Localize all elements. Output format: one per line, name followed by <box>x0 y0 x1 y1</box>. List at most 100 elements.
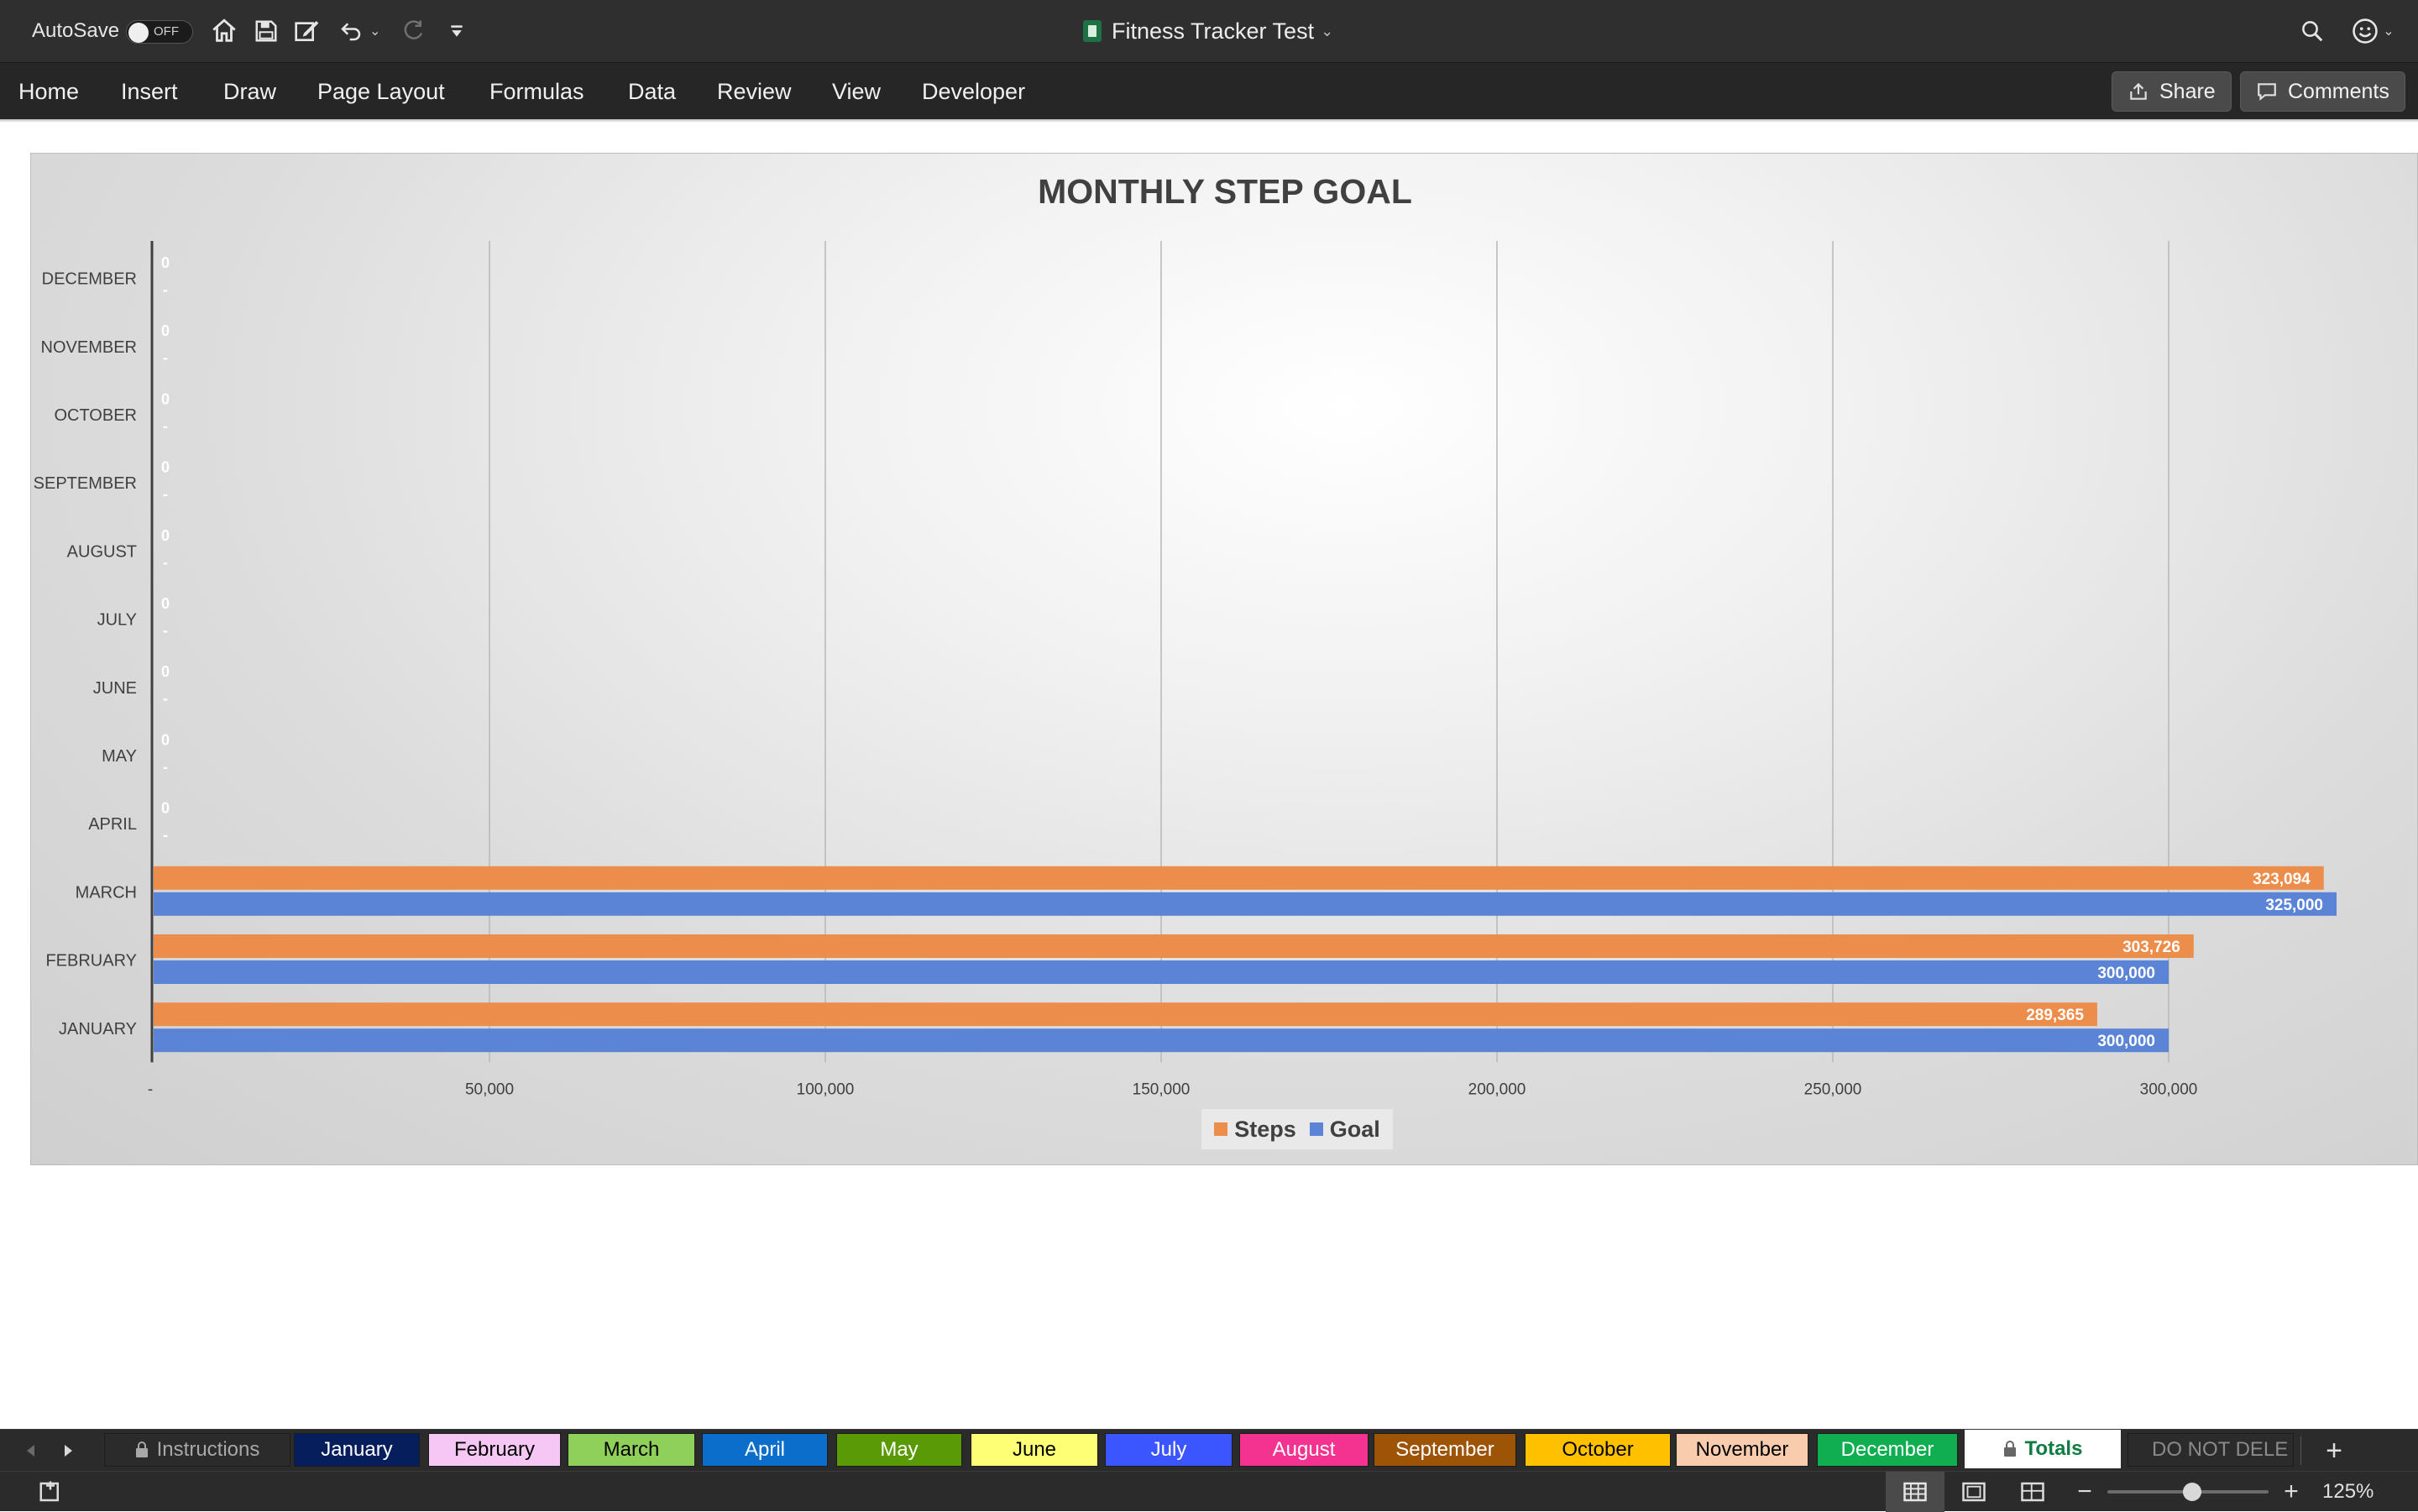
chart-plot[interactable]: - 50,000 100,000 150,000 200,000 250,000 300,0… <box>31 154 2418 1166</box>
autosave-state: OFF <box>154 24 179 39</box>
sheet-tab-label: July <box>1150 1438 1187 1461</box>
accessibility-icon[interactable] <box>32 1472 69 1512</box>
save-icon[interactable] <box>249 0 283 62</box>
category-label: MARCH <box>76 883 137 902</box>
tab-data[interactable]: Data <box>628 63 676 120</box>
share-button[interactable]: Share <box>2112 71 2232 112</box>
legend-label-steps: Steps <box>1234 1116 1296 1142</box>
page-break-view-icon[interactable] <box>2003 1472 2062 1512</box>
excel-file-icon <box>1083 20 1102 42</box>
category-label: JANUARY <box>59 1020 137 1039</box>
data-label-steps: 0 <box>161 527 170 544</box>
zoom-level[interactable]: 125% <box>2322 1472 2374 1512</box>
comments-button[interactable]: Comments <box>2240 71 2405 112</box>
title-bar: AutoSave OFF ⌄ Fitness Tracker Test ⌄ ⌄ <box>0 0 2418 62</box>
normal-view-icon[interactable] <box>1886 1472 1944 1512</box>
sheet-tab-instructions[interactable]: Instructions <box>104 1433 290 1467</box>
add-sheet-button[interactable]: + <box>2311 1430 2358 1472</box>
tab-insert[interactable]: Insert <box>121 63 178 120</box>
category-label: OCTOBER <box>54 406 137 425</box>
smiley-icon[interactable]: ⌄ <box>2347 0 2398 62</box>
sheet-tab-january[interactable]: January <box>294 1433 420 1467</box>
tab-view[interactable]: View <box>832 63 881 120</box>
sheet-tab-october[interactable]: October <box>1525 1433 1671 1467</box>
tab-draw[interactable]: Draw <box>223 63 276 120</box>
page-layout-view-icon[interactable] <box>1944 1472 2003 1512</box>
zoom-in-button[interactable]: + <box>2277 1472 2305 1512</box>
lock-icon <box>2003 1441 2017 1457</box>
sheet-tab-december[interactable]: December <box>1817 1433 1958 1467</box>
autosave-label: AutoSave <box>32 19 120 42</box>
search-icon[interactable] <box>2295 0 2329 62</box>
data-label-goal: - <box>163 554 168 571</box>
data-label-goal: 300,000 <box>2097 1033 2155 1050</box>
sheet-tab-march[interactable]: March <box>568 1433 695 1467</box>
x-tick-label: 300,000 <box>2140 1080 2198 1098</box>
category-label: SEPTEMBER <box>34 474 137 493</box>
sheet-tab-november[interactable]: November <box>1676 1433 1808 1467</box>
chevron-down-icon: ⌄ <box>1321 22 1334 39</box>
data-label-goal: 300,000 <box>2097 965 2155 982</box>
sheet-tab-july[interactable]: July <box>1105 1433 1233 1467</box>
zoom-slider-thumb[interactable] <box>2183 1483 2201 1501</box>
scroll-tabs-left-icon[interactable] <box>13 1430 47 1472</box>
sheet-tab-bar: Instructions January February March April May… <box>0 1429 2418 1471</box>
x-tick-label: - <box>148 1080 153 1098</box>
tab-home[interactable]: Home <box>18 63 79 120</box>
undo-dropdown-icon[interactable]: ⌄ <box>369 0 380 62</box>
data-label-steps: 0 <box>161 663 170 680</box>
data-label-steps: 0 <box>161 595 170 612</box>
autosave-toggle[interactable]: OFF <box>126 20 193 44</box>
sheet-tab-label: January <box>321 1438 393 1461</box>
bar-steps <box>154 866 2324 890</box>
sheet-tab-label: February <box>453 1438 536 1461</box>
data-label-steps: 323,094 <box>2253 871 2311 888</box>
category-label: NOVEMBER <box>41 338 137 357</box>
edit-icon[interactable] <box>290 0 324 62</box>
sheet-tab-label: May <box>880 1438 919 1461</box>
sheet-tab-may[interactable]: May <box>836 1433 962 1467</box>
data-label-steps: 0 <box>161 322 170 339</box>
sheet-tab-february[interactable]: February <box>428 1433 561 1467</box>
sheet-tab-totals[interactable]: Totals <box>1965 1430 2121 1468</box>
scroll-tabs-right-icon[interactable] <box>52 1430 86 1472</box>
sheet-tab-august[interactable]: August <box>1239 1433 1369 1467</box>
x-tick-label: 100,000 <box>797 1080 855 1098</box>
legend-label-goal: Goal <box>1329 1116 1380 1142</box>
sheet-tab-june[interactable]: June <box>971 1433 1098 1467</box>
redo-icon[interactable] <box>396 0 430 62</box>
sheet-tab-label: Totals <box>2024 1437 2083 1460</box>
sheet-tab-september[interactable]: September <box>1374 1433 1516 1467</box>
category-label: AUGUST <box>67 542 137 561</box>
zoom-out-button[interactable]: − <box>2070 1472 2099 1512</box>
chart-legend[interactable]: Steps Goal <box>1201 1109 1393 1149</box>
data-label-goal: - <box>163 622 168 639</box>
legend-item-goal: Goal <box>1309 1116 1380 1143</box>
data-label-goal: - <box>163 281 168 298</box>
undo-icon[interactable] <box>334 0 368 62</box>
sheet-tab-label: DO NOT DELE <box>2152 1438 2289 1461</box>
tab-page-layout[interactable]: Page Layout <box>317 63 445 120</box>
bar-goal <box>154 892 2337 916</box>
sheet-tab-label: August <box>1272 1438 1336 1461</box>
customize-icon[interactable] <box>440 0 474 62</box>
document-title[interactable]: Fitness Tracker Test ⌄ <box>1083 0 1333 62</box>
category-label: MAY <box>102 747 137 766</box>
comment-icon <box>2256 81 2278 102</box>
sheet-tab-label: Instructions <box>156 1438 260 1461</box>
sheet-tab-label: March <box>603 1438 660 1461</box>
tab-developer[interactable]: Developer <box>922 63 1025 120</box>
share-icon <box>2128 81 2149 102</box>
bar-steps <box>154 1002 2097 1027</box>
document-title-text: Fitness Tracker Test <box>1112 18 1315 44</box>
sheet-tab-do-not-dele[interactable]: DO NOT DELE <box>2128 1433 2294 1467</box>
category-label: FEBRUARY <box>45 952 137 971</box>
sheet-tab-april[interactable]: April <box>702 1433 828 1467</box>
tab-formulas[interactable]: Formulas <box>489 63 584 120</box>
data-label-goal: 325,000 <box>2265 897 2323 914</box>
x-tick-label: 200,000 <box>1468 1080 1526 1098</box>
chart-area[interactable]: MONTHLY STEP GOAL -50,000 100,000 150,000 2… <box>30 153 2418 1165</box>
home-icon[interactable] <box>207 0 241 62</box>
data-label-goal: - <box>163 690 168 707</box>
tab-review[interactable]: Review <box>717 63 792 120</box>
